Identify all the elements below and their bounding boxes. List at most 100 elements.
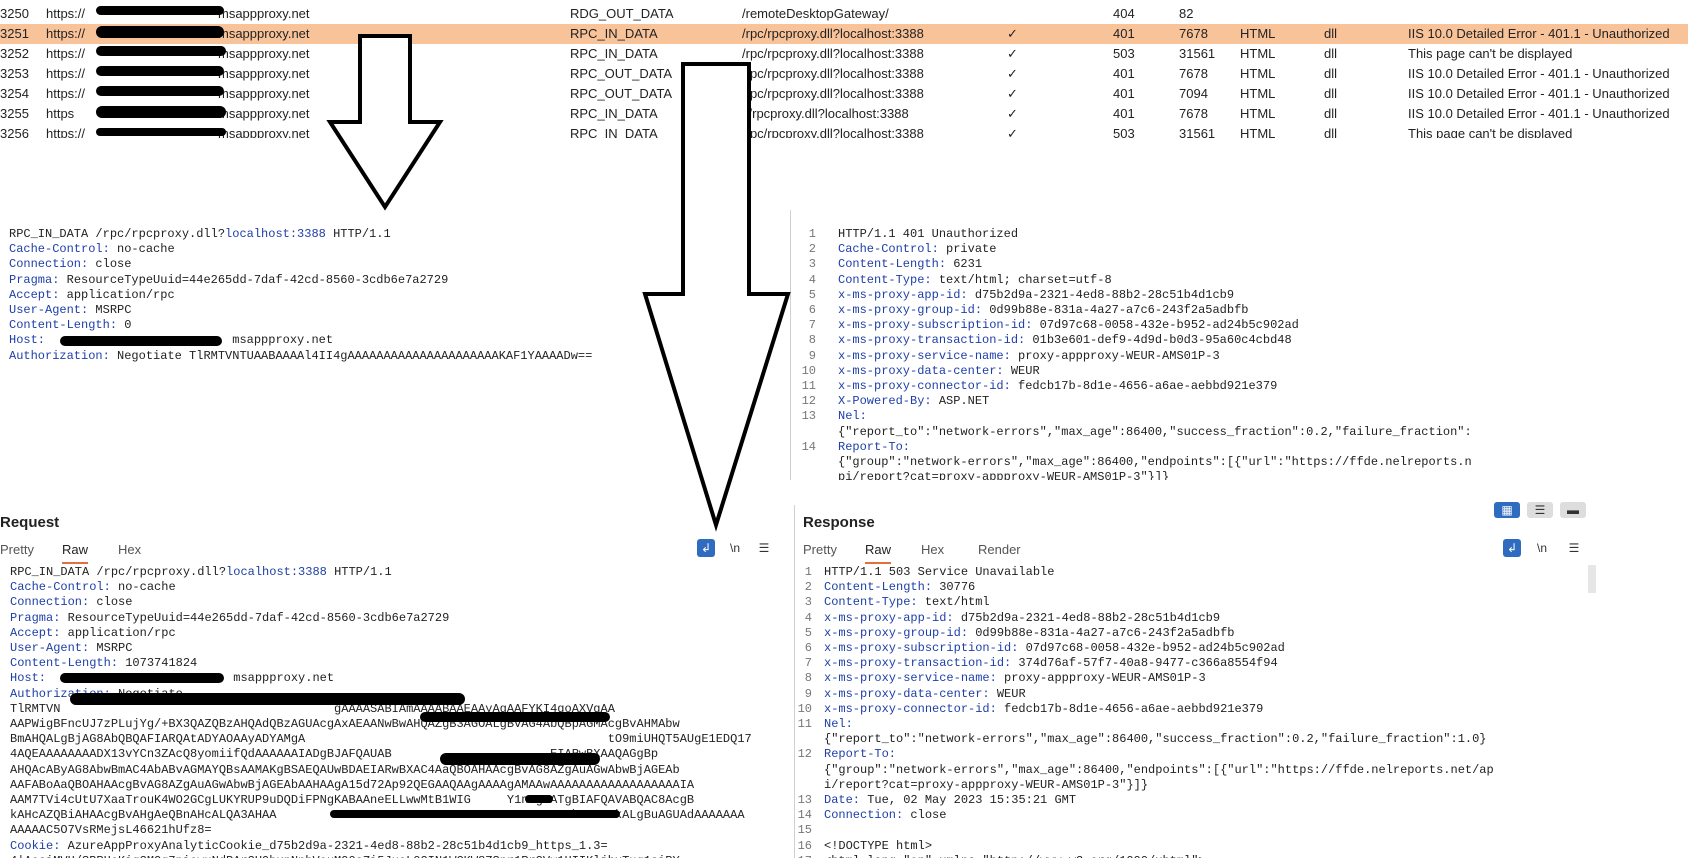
header-value: 0d99b88e-831a-4a27-a7c6-243f2a5adbfb	[982, 303, 1249, 317]
cell-length: 7678	[1179, 66, 1208, 81]
code-line: Content-Length: 6231	[838, 257, 982, 272]
header-name: x-ms-proxy-data-center:	[824, 686, 990, 701]
header-name: x-ms-proxy-connector-id:	[838, 379, 1011, 393]
line-number	[800, 470, 816, 480]
redaction-mark	[60, 336, 222, 346]
header-name: x-ms-proxy-group-id:	[824, 625, 969, 640]
line-number	[800, 425, 816, 440]
code-line: Cache-Control: no-cache	[9, 242, 175, 257]
header-value: 07d97c68-0058-432e-b952-ad24b5c902ad	[1018, 641, 1285, 655]
code-line: Connection: close	[824, 808, 946, 823]
header-value: 01b3e601-def9-4d9d-b0d3-95a60c4cbd48	[1025, 333, 1292, 348]
response-editor[interactable]: 1 HTTP/1.1 503 Service Unavailable 2 Conten…	[796, 565, 1596, 858]
header-value: HTTP/1.1 503 Service Unavailable	[824, 565, 1055, 579]
header-value: RPC_IN_DATA /rpc/rpcproxy.dll?	[9, 227, 226, 241]
code-line: x-ms-proxy-connector-id: fedcb17b-8d1e-4…	[824, 702, 1263, 717]
cell-length: 82	[1179, 6, 1194, 21]
cell-method: RPC_IN_DATA	[570, 46, 658, 61]
header-value: d75b2d9a-2321-4ed8-88b2-28c51b4d1cb9	[967, 287, 1235, 302]
wrap-lines-icon[interactable]: ↲	[1503, 539, 1521, 557]
top-request-editor[interactable]: RPC_IN_DATA /rpc/rpcproxy.dll?localhost:…	[0, 215, 790, 480]
line-number: 1	[808, 227, 816, 241]
header-value: Negotiate TlRMTVNTUAABAAAAl4II4gAAAAAAAA…	[109, 348, 593, 363]
tab-raw[interactable]: Raw	[62, 538, 89, 564]
tab-raw[interactable]: Raw	[865, 538, 892, 564]
code-line: Cache-Control: no-cache	[10, 580, 176, 595]
table-row[interactable]: 3256 https:// RPC_IN_DATA/rpc/rpcproxy.dll…	[0, 124, 1688, 138]
code-line: Content-Length: 1073741824	[10, 656, 197, 671]
cell-url: /rpc/rpcproxy.dll?localhost:3388	[742, 66, 924, 81]
table-row[interactable]: 3255 https RPC_IN_DATA c/rpcproxy.dll?local…	[0, 104, 1688, 124]
cell-ext: dll	[1324, 66, 1338, 81]
menu-icon[interactable]: ☰	[1565, 539, 1583, 557]
response-scrollbar[interactable]	[1588, 565, 1596, 593]
code-line: Connection: close	[9, 257, 131, 272]
cell-method: RDG_OUT_DATA	[570, 6, 674, 21]
newline-toggle-button[interactable]: \n	[726, 539, 744, 557]
code-line: x-ms-proxy-service-name: proxy-appproxy-…	[824, 671, 1206, 686]
tab-hex[interactable]: Hex	[118, 538, 141, 562]
code-line: <html lang="en" xmlns="http://www.w3.org…	[824, 854, 1206, 858]
cell-status: 503	[1113, 126, 1135, 138]
wrap-lines-icon[interactable]: ↲	[697, 539, 715, 557]
table-row[interactable]: 3251 https:// RPC_IN_DATA/rpc/rpcproxy.dll…	[0, 24, 1688, 44]
cell-title: This page can't be displayed	[1408, 126, 1573, 138]
redaction-mark	[96, 66, 224, 76]
header-name: x-ms-proxy-connector-id:	[824, 701, 997, 716]
table-row[interactable]: 3253 https:// RPC_OUT_DATA/rpc/rpcproxy.dl…	[0, 64, 1688, 84]
cell-host-domain: msappproxy.net	[218, 26, 310, 41]
header-value: 4|AesiMVH/SBRHeKiq3MOq7piewuNdPAr3U9bxnN…	[10, 854, 680, 858]
code-line: HTTP/1.1 503 Service Unavailable	[824, 565, 1054, 580]
single-pane-icon[interactable]: ▬	[1560, 502, 1586, 518]
table-row[interactable]: 3250 https:// RDG_OUT_DATA/remoteDesktopGa…	[0, 4, 1688, 24]
tab-render[interactable]: Render	[978, 538, 1021, 562]
header-name: Nel:	[838, 409, 867, 424]
code-line: i/report?cat=proxy-appproxy-WEUR-AMS01P-…	[824, 778, 1148, 793]
cell-length: 31561	[1179, 46, 1216, 61]
line-number: 4	[804, 610, 812, 625]
header-value: fedcb17b-8d1e-4656-a6ae-aebbd921e379	[1010, 379, 1278, 393]
header-value: RPC_IN_DATA /rpc/rpcproxy.dll?	[10, 565, 227, 579]
top-response-editor[interactable]: 1 HTTP/1.1 401 Unauthorized 2 Cache-Control…	[800, 215, 1540, 480]
newline-toggle-button[interactable]: \n	[1533, 539, 1551, 557]
tab-pretty[interactable]: Pretty	[803, 538, 837, 562]
line-number: 4	[808, 272, 816, 287]
redaction-mark	[60, 673, 224, 683]
code-line: RPC_IN_DATA /rpc/rpcproxy.dll?localhost:…	[10, 565, 392, 580]
header-value: BmAHQALgBjAG8AbQBQAFIARQAtADYAOAAyADYAMg…	[10, 732, 752, 747]
table-row[interactable]: 3254 https:// RPC_OUT_DATA/rpc/rpcproxy.dl…	[0, 84, 1688, 104]
table-row[interactable]: 3252 https:// RPC_IN_DATA/rpc/rpcproxy.dll…	[0, 44, 1688, 64]
cell-host-domain: msappproxy.net	[218, 66, 310, 81]
line-number: 12	[797, 747, 812, 762]
url-link[interactable]: localhost:3388	[225, 227, 326, 241]
header-value: {"report_to":"network-errors","max_age":…	[824, 732, 1487, 747]
code-line: Nel:	[824, 717, 853, 732]
code-line: Nel:	[838, 409, 867, 424]
header-value: WEUR	[1003, 363, 1040, 378]
header-value: 1073741824	[118, 656, 198, 671]
line-number: 11	[797, 717, 812, 731]
cell-num: 3256	[0, 126, 29, 138]
header-name: Accept:	[10, 625, 61, 640]
cell-url: /rpc/rpcproxy.dll?localhost:3388	[742, 26, 924, 41]
code-line: pi/report?cat=proxy-appproxy-WEUR-AMS01P…	[838, 470, 1169, 480]
cell-host: https://	[46, 46, 86, 61]
url-link[interactable]: localhost:3388	[226, 565, 327, 579]
cell-title: This page can't be displayed	[1408, 46, 1573, 61]
cell-mime: HTML	[1240, 106, 1276, 121]
code-line: x-ms-proxy-transaction-id: 01b3e601-def9…	[838, 333, 1292, 348]
tab-pretty[interactable]: Pretty	[0, 538, 34, 562]
redaction-mark	[330, 810, 620, 818]
cell-status: 401	[1113, 66, 1135, 81]
code-line: AAFABoAaQBOAHAAcgBvAG8AZgAuAGwAbwBjAGEAb…	[10, 778, 694, 793]
cell-status: 401	[1113, 106, 1135, 121]
menu-icon[interactable]: ☰	[755, 539, 773, 557]
split-horizontal-icon[interactable]: ▦	[1494, 502, 1520, 518]
header-value: {"group":"network-errors","max_age":8640…	[824, 762, 1494, 777]
tab-hex[interactable]: Hex	[921, 538, 944, 562]
line-number	[796, 732, 812, 747]
header-value: 6231	[946, 257, 983, 272]
redaction-mark	[440, 753, 600, 765]
split-vertical-icon[interactable]: ☰	[1527, 502, 1553, 518]
header-value: 07d97c68-0058-432e-b952-ad24b5c902ad	[1032, 318, 1299, 333]
